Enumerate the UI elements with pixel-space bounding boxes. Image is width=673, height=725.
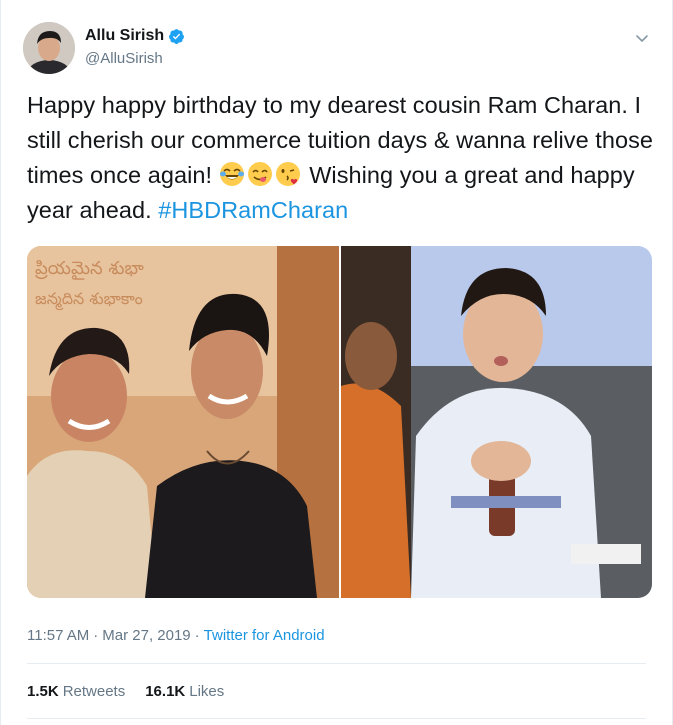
meta-separator-2: · <box>194 627 200 644</box>
verified-badge-icon <box>168 28 185 45</box>
tweet-meta: 11:57 AM · Mar 27, 2019 · Twitter for Androi… <box>27 627 325 644</box>
tweet-text: Happy happy birthday to my dearest cousi… <box>27 88 657 228</box>
photo-two-young-men[interactable]: ప్రియమైన శుభా జన్మదిన శుభాకాం <box>27 246 339 598</box>
svg-text:ప్రియమైన శుభా: ప్రియమైన శుభా <box>35 258 145 280</box>
media-grid: ప్రియమైన శుభా జన్మదిన శుభాకాం <box>27 246 652 598</box>
retweets-count: 1.5K <box>27 683 59 700</box>
likes-count: 16.1K <box>145 683 186 700</box>
face-blowing-kiss-emoji <box>275 161 301 187</box>
divider-bottom <box>27 718 646 719</box>
chevron-down-icon[interactable] <box>634 30 650 46</box>
user-handle[interactable]: @AlluSirish <box>85 50 163 67</box>
face-with-tears-of-joy-emoji <box>219 161 245 187</box>
retweets-stat[interactable]: 1.5K Retweets <box>27 683 125 700</box>
display-name-text[interactable]: Allu Sirish <box>85 27 164 45</box>
tweet-stats: 1.5K Retweets 16.1K Likes <box>27 683 224 700</box>
retweets-label: Retweets <box>62 683 126 700</box>
photo-child-with-bottle[interactable] <box>340 246 652 598</box>
likes-stat[interactable]: 16.1K Likes <box>145 683 224 700</box>
meta-separator: · <box>93 627 99 644</box>
tweet-date[interactable]: Mar 27, 2019 <box>102 627 190 644</box>
svg-text:జన్మదిన శుభాకాం: జన్మదిన శుభాకాం <box>35 289 143 311</box>
divider-top <box>27 663 646 664</box>
display-name[interactable]: Allu Sirish <box>85 27 185 45</box>
tweet-source-link[interactable]: Twitter for Android <box>204 627 325 644</box>
hashtag-link[interactable]: #HBDRamCharan <box>158 197 348 223</box>
face-savoring-food-emoji <box>247 161 273 187</box>
avatar[interactable] <box>23 22 75 74</box>
tweet-card: Allu Sirish @AlluSirish Happy happy birt… <box>0 0 673 725</box>
tweet-time[interactable]: 11:57 AM <box>27 627 89 644</box>
likes-label: Likes <box>189 683 225 700</box>
